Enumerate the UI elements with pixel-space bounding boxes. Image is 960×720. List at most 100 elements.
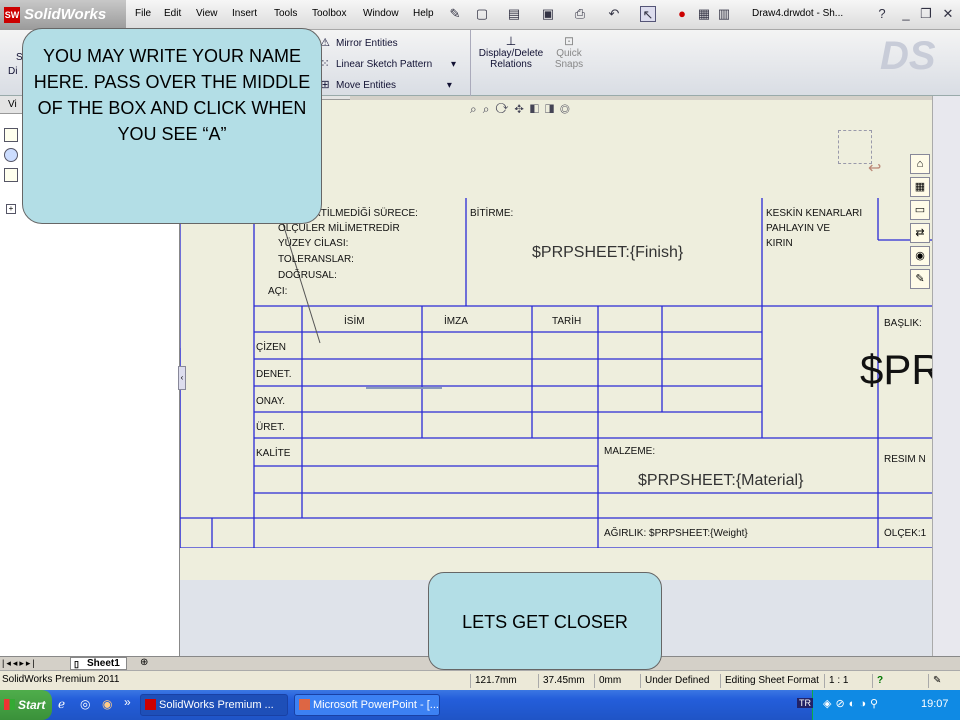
status-x-coordinate: 121.7mm	[470, 674, 526, 688]
taskbar-solidworks[interactable]: SolidWorks Premium ...	[140, 694, 288, 716]
tab-sheet1[interactable]: ▯ Sheet1	[70, 657, 127, 670]
taskbar-powerpoint[interactable]: Microsoft PowerPoint - [...	[294, 694, 440, 716]
zoom-area-icon[interactable]: ⌕	[483, 102, 496, 116]
chevron-down-icon[interactable]: ▾	[451, 59, 456, 70]
custom-properties-icon[interactable]: ✎	[910, 269, 930, 289]
quick-launch-media-icon[interactable]: ◎	[80, 697, 90, 711]
menu-help[interactable]: Help	[413, 8, 434, 19]
start-button[interactable]: Start	[0, 690, 52, 720]
menu-tools[interactable]: Tools	[274, 8, 297, 19]
rotate-arrow-icon[interactable]: ↩	[868, 158, 881, 178]
collapse-panel-handle[interactable]: ‹	[178, 366, 186, 390]
undo-icon[interactable]: ↶	[606, 6, 622, 22]
document-title: Draw4.drwdot - Sh...	[752, 8, 844, 19]
row-drawn: ÇİZEN	[256, 342, 286, 353]
weight-label: AĞIRLIK: $PRPSHEET:{Weight}	[604, 528, 748, 539]
status-y-coordinate: 37.45mm	[538, 674, 594, 688]
redraw-icon[interactable]: ⟳	[495, 102, 514, 116]
linear-sketch-pattern-button[interactable]: ⁙ Linear Sketch Pattern ▾	[318, 57, 456, 71]
close-icon[interactable]: ✕	[940, 6, 956, 22]
quick-snaps-button[interactable]: ⊡ Quick Snaps	[552, 34, 586, 70]
title-value: $PR	[860, 346, 932, 393]
surface-line: YÜZEY CİLASI:	[278, 238, 349, 249]
surface-line: ÖLÇÜLER MİLİMETREDİR	[278, 223, 400, 234]
appearances-icon[interactable]: ◉	[910, 246, 930, 266]
help-icon[interactable]: ?	[874, 6, 890, 22]
rebuild-icon[interactable]: ●	[674, 6, 690, 22]
language-indicator[interactable]: TR	[797, 698, 813, 708]
menu-insert[interactable]: Insert	[232, 8, 257, 19]
file-properties-icon[interactable]: ▥	[716, 6, 732, 22]
powerpoint-icon	[299, 699, 310, 710]
minimize-icon[interactable]: _	[898, 6, 914, 22]
menu-window[interactable]: Window	[363, 8, 399, 19]
filter-icon[interactable]	[4, 148, 18, 162]
sheet-format-icon[interactable]	[4, 168, 18, 182]
windows-flag-icon	[4, 699, 15, 710]
hide-show-icon[interactable]: ◎	[560, 102, 576, 116]
edges-header: KESKİN KENARLARI	[766, 208, 863, 219]
relations-icon: ⊥	[505, 34, 517, 48]
clock: 19:07	[921, 698, 949, 710]
options-icon[interactable]: ▦	[696, 6, 712, 22]
finish-value: $PRPSHEET:{Finish}	[532, 244, 684, 261]
display-delete-relations-button[interactable]: ⊥ Display/Delete Relations	[476, 34, 546, 70]
drawing-number-label: RESİM N	[884, 454, 926, 465]
solidworks-logo[interactable]: SW SolidWorks	[0, 0, 126, 30]
status-bar: SolidWorks Premium 2011 121.7mm 37.45mm …	[0, 670, 960, 690]
column-signature: İMZA	[444, 316, 468, 327]
quick-launch-ie-icon[interactable]: ℯ	[58, 697, 65, 711]
mirror-entities-button[interactable]: ⚠ Mirror Entities	[318, 36, 398, 50]
tray-icons[interactable]: ◈⊘◐◑⚲	[823, 697, 882, 710]
task-pane-tabs: ⌂ ▦ ▭ ⇄ ◉ ✎	[910, 154, 932, 294]
tab-view[interactable]: Vi	[8, 99, 17, 110]
menu-file[interactable]: File	[135, 8, 151, 19]
status-scale[interactable]: 1 : 1	[824, 674, 864, 688]
closer-callout: LETS GET CLOSER	[428, 572, 662, 670]
column-date: TARİH	[552, 316, 582, 327]
move-entities-button[interactable]: ⊞ Move Entities ▾	[318, 78, 452, 92]
finish-header: BİTİRME:	[470, 208, 514, 219]
restore-icon[interactable]: ❐	[918, 6, 934, 22]
row-quality: KALİTE	[256, 448, 291, 459]
add-sheet-icon[interactable]: ⊕	[140, 657, 148, 668]
status-mode: Editing Sheet Format	[720, 674, 822, 688]
display-style-icon[interactable]: ◨	[545, 102, 560, 116]
row-approved: ONAY.	[256, 396, 286, 407]
open-folder-icon[interactable]: ▤	[506, 6, 522, 22]
home-icon[interactable]: ⌂	[910, 154, 930, 174]
surface-line: TOLERANSLAR:	[278, 254, 354, 265]
pencil-icon[interactable]: ✎	[928, 674, 948, 688]
view-palette-icon[interactable]: ⇄	[910, 223, 930, 243]
sheet-icon[interactable]	[4, 128, 18, 142]
file-explorer-icon[interactable]: ▭	[910, 200, 930, 220]
view-orientation-icon[interactable]: ◧	[530, 102, 545, 116]
chevron-down-icon[interactable]: ▾	[447, 80, 452, 91]
help-icon[interactable]: ?	[872, 674, 890, 688]
edges-line: PAHLAYIN VE	[766, 223, 831, 234]
row-manufactured: ÜRET.	[256, 422, 285, 433]
pin-icon[interactable]: ✎	[447, 6, 463, 22]
menu-toolbox[interactable]: Toolbox	[312, 8, 346, 19]
material-value: $PRPSHEET:{Material}	[638, 472, 804, 489]
menu-view[interactable]: View	[196, 8, 218, 19]
new-document-icon[interactable]: ▢	[474, 6, 490, 22]
menu-bar: SW SolidWorks File Edit View Insert Tool…	[0, 0, 960, 30]
pan-icon[interactable]: ✥	[514, 102, 529, 116]
view-cube-icon[interactable]	[838, 130, 872, 164]
cmd-partial-di: Di	[8, 66, 18, 77]
design-library-icon[interactable]: ▦	[910, 177, 930, 197]
sheet-nav-arrows[interactable]: |◂◂▸▸|	[2, 658, 37, 669]
surface-line: AÇI:	[268, 286, 288, 297]
system-tray: TR ◈⊘◐◑⚲ 19:07	[797, 690, 960, 720]
quick-launch-firefox-icon[interactable]: ◉	[102, 697, 112, 711]
menu-edit[interactable]: Edit	[164, 8, 181, 19]
zoom-to-fit-icon[interactable]: ⌕	[470, 102, 483, 116]
expand-icon[interactable]: +	[6, 204, 16, 214]
separator	[470, 30, 471, 96]
quick-launch-chevron[interactable]: »	[124, 695, 131, 709]
print-icon[interactable]: ⎙	[572, 6, 588, 22]
windows-taskbar: Start ℯ ◎ ◉ » SolidWorks Premium ... Mic…	[0, 690, 960, 720]
select-cursor-icon[interactable]: ↖	[640, 6, 656, 22]
save-icon[interactable]: ▣	[540, 6, 556, 22]
